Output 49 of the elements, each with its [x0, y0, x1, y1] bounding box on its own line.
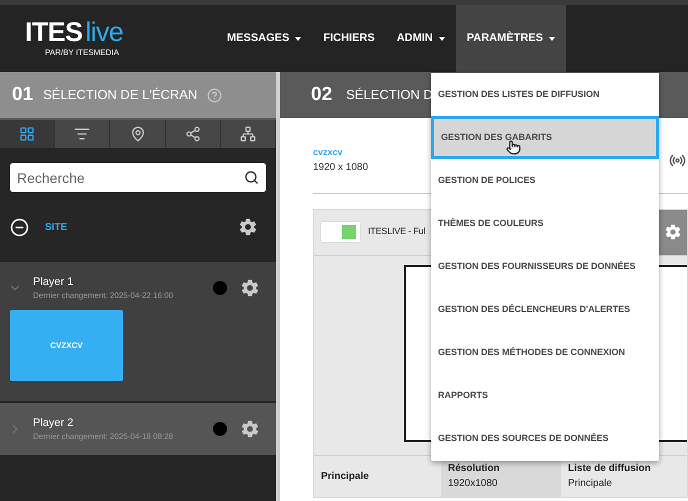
last-change-text: Dernier changement: 2025-04-18 08:28	[33, 431, 174, 444]
view-tab[interactable]	[110, 120, 166, 148]
settings-icon[interactable]	[240, 419, 260, 439]
menu-item[interactable]: RAPPORTS	[431, 374, 659, 417]
step-number: 02	[311, 82, 332, 107]
search-field[interactable]: Recherche	[10, 163, 266, 192]
info-value: Principale	[568, 477, 613, 491]
logo[interactable]: ITESlive	[25, 18, 216, 46]
menu-item[interactable]: GESTION DES SOURCES DE DONNÉES	[431, 417, 659, 460]
share-icon	[184, 126, 201, 142]
info-title: Principale	[321, 470, 369, 484]
menu-item[interactable]: GESTION DES DÉCLENCHEURS D'ALERTES	[431, 288, 659, 331]
step-title: SÉLECTION DE L'ÉCRAN	[43, 86, 198, 104]
info-label: Résolution	[448, 462, 501, 476]
menu-item[interactable]: GESTION DES GABARITS	[431, 116, 659, 159]
nav-menu-item[interactable]: MESSAGES	[216, 5, 312, 72]
player-name[interactable]: Player 2	[33, 414, 213, 432]
screen-resolution: 1920 x 1080	[313, 160, 368, 174]
map-pin-icon	[130, 126, 146, 142]
nav-menu-item[interactable]: ADMIN	[386, 5, 456, 72]
info-label: Liste de diffusion	[568, 462, 652, 476]
info-value: 1920x1080	[448, 477, 498, 491]
settings-icon[interactable]	[238, 217, 258, 237]
menu-item[interactable]: THÈMES DE COULEURS	[431, 202, 659, 245]
view-tab[interactable]	[0, 120, 56, 148]
menu-item[interactable]: GESTION DES FOURNISSEURS DE DONNÉES	[431, 245, 659, 288]
menu-item[interactable]: GESTION DES LISTES DE DIFFUSION	[431, 73, 659, 116]
toggle-switch[interactable]	[320, 221, 361, 243]
search-icon[interactable]	[244, 170, 259, 185]
view-tab[interactable]	[55, 120, 110, 148]
view-tab[interactable]	[220, 120, 276, 148]
menu-item[interactable]: GESTION DES MÉTHODES DE CONNEXION	[431, 331, 659, 374]
settings-icon[interactable]	[240, 278, 260, 298]
step-number: 01	[12, 82, 34, 107]
hand-cursor-icon	[506, 140, 521, 155]
collapse-icon[interactable]	[10, 218, 29, 236]
nav-menu-item[interactable]: FICHIERS	[312, 5, 386, 72]
last-change-text: Dernier changement: 2025-04-22 16:00	[33, 290, 174, 302]
logo-tagline: PAR/BY ITESMEDIA	[45, 47, 120, 59]
filter-list-icon	[74, 126, 90, 142]
player-name[interactable]: Player 1	[33, 274, 213, 290]
menu-item[interactable]: GESTION DE POLICES	[431, 159, 659, 202]
layout-name: ITESLIVE - Ful	[368, 225, 426, 238]
view-tab[interactable]	[166, 120, 221, 148]
broadcast-icon[interactable]	[669, 152, 686, 169]
site-label[interactable]: SITE	[45, 220, 222, 234]
nav-menu-item[interactable]: PARAMÈTRES	[456, 5, 566, 72]
hierarchy-icon	[240, 126, 256, 142]
grid-icon	[19, 126, 36, 142]
